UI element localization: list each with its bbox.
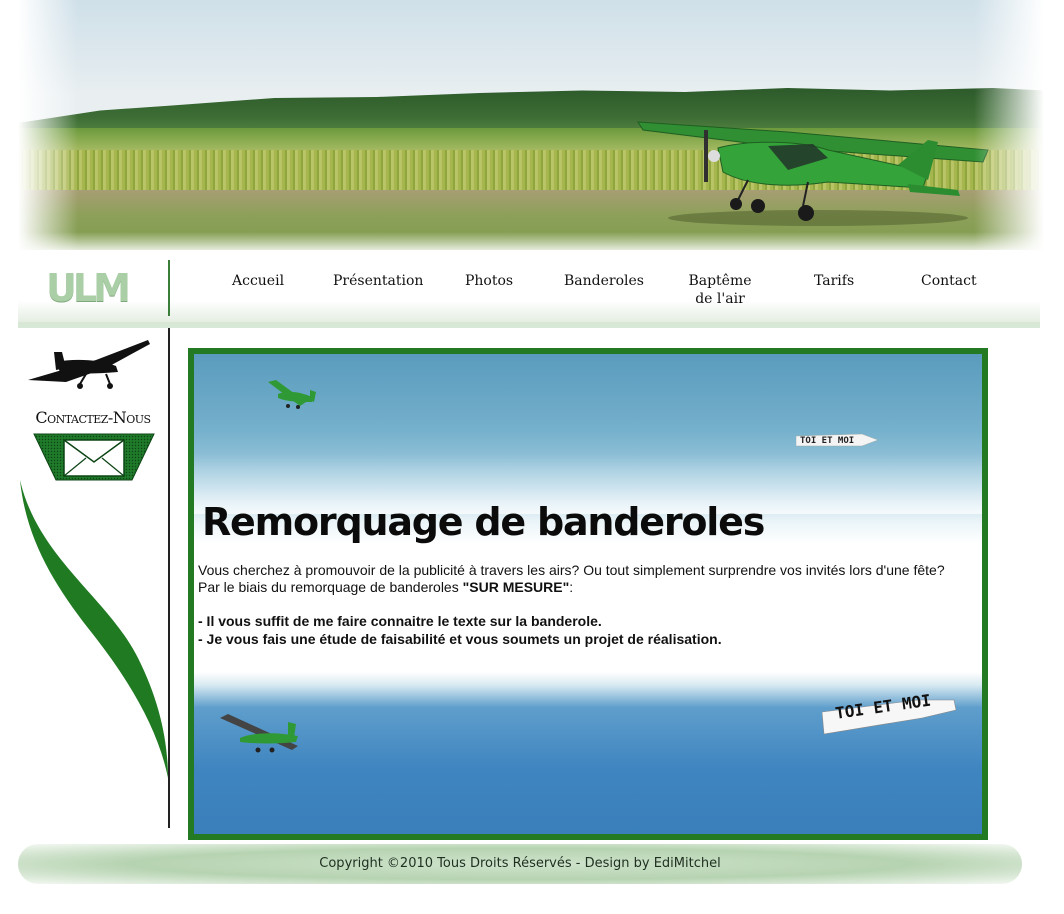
contact-us-link[interactable]: Contactez-Nous: [20, 408, 166, 427]
list-item: - Je vous fais une étude de faisabilité …: [198, 631, 722, 647]
intro-line-2: Par le biais du remorquage de banderoles…: [198, 579, 574, 595]
intro-text: Vous cherchez à promouvoir de la publici…: [198, 562, 982, 596]
decorative-swoosh: [20, 480, 168, 778]
footer: Copyright ©2010 Tous Droits Réservés - D…: [18, 844, 1022, 884]
page-title: Remorquage de banderoles: [202, 500, 765, 544]
site-logo[interactable]: ULM: [46, 266, 136, 314]
towing-plane-image: [268, 380, 316, 409]
service-steps: - Il vous suffit de me faire connaitre l…: [198, 612, 982, 648]
main-content: TOI ET MOI Remorquage de banderoles Vous…: [188, 348, 988, 840]
sidebar: Contactez-Nous: [18, 328, 170, 828]
nav-item-photos[interactable]: Photos: [465, 272, 513, 290]
nav-item-bapteme-line1: Baptême: [688, 273, 752, 289]
plane-silhouette-icon: [28, 340, 150, 389]
top-banner-text: TOI ET MOI: [800, 436, 855, 446]
intro-line-1: Vous cherchez à promouvoir de la publici…: [198, 562, 945, 578]
header-banner: [18, 0, 1044, 250]
nav-item-accueil[interactable]: Accueil: [232, 272, 284, 290]
banner-airplane-image: [637, 121, 989, 226]
nav-item-presentation[interactable]: Présentation: [333, 272, 423, 290]
nav-item-bapteme-line2: de l'air: [695, 291, 745, 307]
main-navigation: ULM Accueil Présentation Photos Banderol…: [18, 250, 1040, 328]
nav-divider: [168, 260, 170, 316]
nav-item-banderoles[interactable]: Banderoles: [564, 272, 644, 290]
envelope-icon[interactable]: [32, 432, 156, 482]
nav-item-bapteme[interactable]: Baptême de l'air: [687, 272, 753, 308]
copyright-text: Copyright ©2010 Tous Droits Réservés - D…: [319, 856, 721, 871]
towing-plane-image-bottom: [220, 714, 298, 753]
nav-item-contact[interactable]: Contact: [921, 272, 977, 290]
list-item: - Il vous suffit de me faire connaitre l…: [198, 613, 602, 629]
nav-item-tarifs[interactable]: Tarifs: [814, 272, 854, 290]
sur-mesure-emphasis: "SUR MESURE": [462, 579, 570, 595]
